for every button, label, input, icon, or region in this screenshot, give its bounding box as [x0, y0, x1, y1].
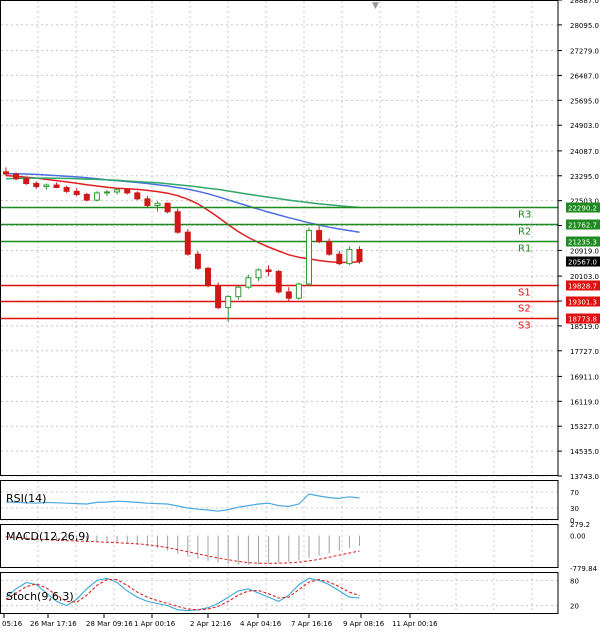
main-y-tick-label: 20919.0 — [570, 247, 599, 255]
bearish-candle — [134, 192, 141, 200]
time-axis-label: 28 Mar 09:16 — [86, 620, 133, 628]
bullish-candle — [93, 192, 100, 201]
bearish-candle — [33, 182, 40, 188]
bearish-candle — [265, 269, 272, 272]
time-axis-label: 05:16 — [2, 620, 23, 628]
main-y-tick-label: 24903.0 — [570, 122, 599, 130]
bullish-candle — [154, 202, 161, 206]
rsi-y-tick-label: 30 — [570, 505, 579, 513]
bearish-candle — [174, 211, 181, 233]
main-y-tick-label: 26487.0 — [570, 72, 599, 80]
time-axis-label: 2 Apr 12:16 — [190, 620, 232, 628]
macd-title: MACD(12,26,9) — [6, 530, 90, 543]
stoch-y-tick-label: 80 — [570, 577, 579, 585]
macd-y-tick-label: -779.84 — [570, 565, 598, 573]
pivot-level-price-label: 19301.3 — [568, 299, 597, 307]
bullish-candle — [43, 184, 50, 188]
chart-root: 28887.0 28095.0 27279.0 26487.0 25695.0 24903… — [0, 0, 600, 632]
pivot-level-price-label: 21762.7 — [568, 222, 597, 230]
main-y-tick-label: 25695.0 — [570, 97, 599, 105]
main-y-tick-label: 23295.0 — [570, 173, 599, 181]
bearish-candle — [164, 202, 171, 213]
stoch-title: Stoch(9,6,3) — [6, 590, 74, 603]
rsi-title: RSI(14) — [6, 492, 46, 505]
main-y-tick-label: 17727.0 — [570, 348, 599, 356]
bullish-candle — [245, 277, 252, 288]
bullish-candle — [235, 286, 242, 298]
pivot-level-price-label: 21235.3 — [568, 239, 597, 247]
bearish-candle — [124, 189, 131, 194]
scroll-marker-icon: ▼ — [372, 1, 379, 11]
time-axis-label: 7 Apr 16:16 — [291, 620, 333, 628]
bearish-candle — [144, 198, 151, 206]
bullish-candle — [225, 296, 232, 309]
time-axis-label: 1 Apr 00:16 — [134, 620, 176, 628]
bearish-candle — [356, 248, 363, 263]
pivot-level-label-r1: R1 — [518, 244, 531, 255]
main-y-tick-label: 18519.0 — [570, 323, 599, 331]
stoch-y-tick-label: 20 — [570, 603, 579, 611]
pivot-level-price-label: 19828.7 — [568, 283, 597, 291]
main-y-tick-label: 20103.0 — [570, 273, 599, 281]
bullish-candle — [255, 269, 262, 279]
bearish-candle — [63, 187, 70, 192]
pivot-level-price-label: 22290.2 — [568, 205, 597, 213]
rsi-y-tick-label: 70 — [570, 489, 579, 497]
bearish-candle — [215, 285, 222, 309]
main-y-tick-label: 16911.0 — [570, 373, 599, 381]
time-axis-label: 4 Apr 04:16 — [240, 620, 282, 628]
main-y-tick-label: 28887.0 — [570, 0, 599, 5]
bearish-candle — [336, 253, 343, 265]
pivot-level-label-r3: R3 — [518, 210, 531, 221]
bullish-candle — [346, 248, 353, 265]
bearish-candle — [184, 231, 191, 255]
main-y-tick-label: 15327.0 — [570, 423, 599, 431]
pivot-level-price-label: 18773.8 — [568, 316, 597, 324]
bearish-candle — [285, 291, 292, 299]
main-y-tick-label: 24087.0 — [570, 148, 599, 156]
bearish-candle — [316, 230, 323, 243]
bullish-candle — [295, 283, 302, 299]
bullish-candle — [104, 191, 110, 194]
main-y-tick-label: 27279.0 — [570, 48, 599, 56]
bearish-candle — [23, 178, 30, 184]
bearish-candle — [73, 190, 80, 195]
time-axis-label: 9 Apr 08:16 — [343, 620, 385, 628]
bearish-candle — [326, 241, 333, 255]
main-y-tick-label: 28095.0 — [570, 22, 599, 30]
bearish-candle — [205, 267, 211, 287]
pivot-level-label-s1: S1 — [518, 288, 531, 299]
bullish-candle — [114, 189, 121, 193]
current-price-label: 20567.0 — [568, 259, 597, 267]
pivot-level-label-s2: S2 — [518, 304, 531, 315]
chart-background — [0, 0, 600, 632]
bearish-candle — [53, 184, 60, 189]
time-axis-label: 26 Mar 17:16 — [30, 620, 77, 628]
bearish-candle — [3, 171, 9, 175]
pivot-level-label-r2: R2 — [518, 227, 531, 238]
main-y-tick-label: 14535.0 — [570, 448, 599, 456]
bearish-candle — [83, 193, 90, 201]
main-y-tick-label: 16119.0 — [570, 398, 599, 406]
bearish-candle — [13, 173, 20, 180]
bullish-candle — [306, 230, 312, 285]
bearish-candle — [275, 270, 282, 293]
main-y-tick-label: 13743.0 — [570, 473, 599, 481]
macd-y-tick-label: 279.2 — [570, 521, 590, 529]
macd-y-tick-label: 0.00 — [570, 533, 586, 541]
pivot-level-label-s3: S3 — [518, 321, 531, 332]
time-axis-label: 11 Apr 00:16 — [392, 620, 438, 628]
bearish-candle — [194, 253, 201, 269]
